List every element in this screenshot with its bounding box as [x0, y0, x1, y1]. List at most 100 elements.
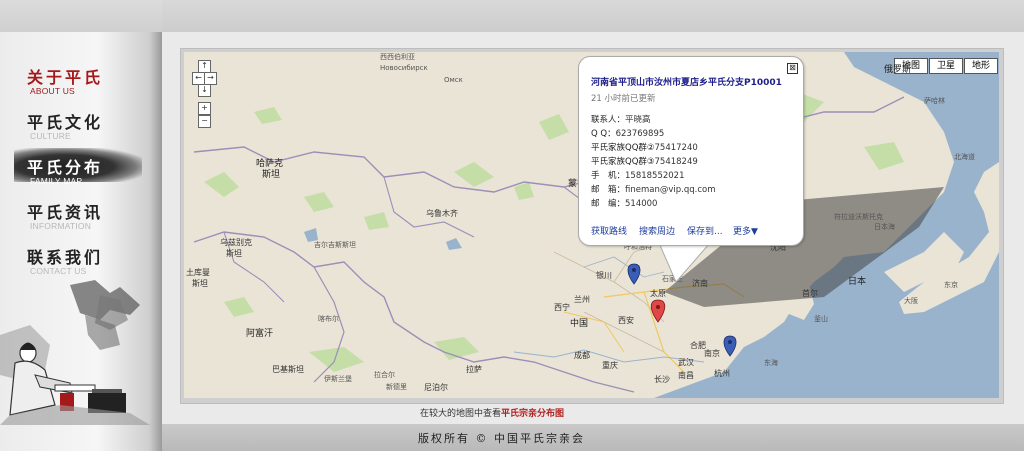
city-label: 大阪	[904, 297, 918, 305]
info-row: 邮 编：514000	[591, 197, 657, 209]
map-caption: 在较大的地图中查看平氏宗亲分布图	[420, 406, 564, 419]
zoom-in-button[interactable]: +	[198, 102, 211, 115]
scholar-ink-painting	[0, 280, 150, 425]
city-label: 釜山	[814, 315, 828, 323]
nav-item-family-map[interactable]: 平氏分布 FAMILY MAP	[0, 148, 150, 194]
city-label: 乌鲁木齐	[426, 209, 458, 218]
city-label: 土库曼	[186, 268, 210, 277]
info-value: fineman@vip.qq.com	[625, 185, 716, 195]
city-label: 伊斯兰堡	[324, 375, 352, 383]
city-label: 兰州	[574, 295, 590, 304]
city-label: 南昌	[678, 371, 694, 380]
nav-label-zh: 平氏资讯	[27, 203, 104, 222]
marker-blue-2[interactable]	[723, 335, 737, 357]
info-value: 623769895	[615, 129, 665, 139]
city-label: 成都	[574, 351, 590, 360]
info-value: 平晓高	[625, 115, 651, 125]
info-row: 手 机：15818552021	[591, 169, 685, 181]
copyright-text: 版权所有 © 中国平氏宗亲会	[418, 432, 585, 445]
info-row: Q Q：623769895	[591, 127, 664, 139]
city-label: 重庆	[602, 361, 618, 370]
nav-label-zh: 联系我们	[27, 248, 104, 267]
large-map-link[interactable]: 平氏宗亲分布图	[501, 409, 564, 419]
info-row: 联系人：平晓高	[591, 113, 651, 125]
info-updated-time: 21 小时前已更新	[591, 94, 656, 104]
marker-blue-1[interactable]	[627, 263, 641, 285]
nav-label-en: CULTURE	[30, 131, 71, 141]
nav-item-culture[interactable]: 平氏文化 CULTURE	[0, 109, 150, 149]
search-nearby-link[interactable]: 搜索周边	[639, 224, 675, 237]
info-value: 15818552021	[625, 171, 685, 181]
city-label: 中国	[570, 319, 589, 329]
city-label: Новосибирск	[380, 64, 428, 72]
info-title: 河南省平顶山市汝州市夏店乡平氏分支P10001	[591, 78, 782, 88]
info-value: 514000	[625, 199, 658, 209]
info-value: 75417240	[654, 143, 698, 153]
city-label: 斯坦	[226, 249, 242, 258]
city-label: Омск	[444, 76, 463, 84]
city-label: 拉合尔	[374, 371, 395, 379]
zoom-out-button[interactable]: −	[198, 115, 211, 128]
nav-item-about[interactable]: 关于平氏 ABOUT US	[0, 64, 150, 104]
city-label: 西西伯利亚	[380, 53, 415, 61]
city-label: 武汉	[678, 358, 694, 367]
sidebar: 关于平氏 ABOUT US 平氏文化 CULTURE 平氏分布 FAMILY M…	[0, 0, 162, 451]
sidebar-top-band	[0, 0, 162, 32]
city-label: 拉萨	[466, 365, 482, 374]
info-key: Q Q：	[591, 129, 616, 139]
city-label: 阿富汗	[246, 329, 274, 339]
city-label: 杭州	[714, 369, 730, 378]
info-key: 联系人：	[591, 115, 626, 125]
map-type-satellite-button[interactable]: 卫星	[929, 58, 963, 74]
city-label: 西宁	[554, 303, 570, 312]
info-row: 平氏家族QQ群③75418249	[591, 155, 698, 167]
city-label: 东京	[944, 281, 958, 289]
city-label: 南京	[704, 349, 720, 358]
city-label: 日本海	[874, 223, 895, 231]
city-label: 东海	[764, 359, 778, 367]
city-label: 符拉迪沃斯托克	[834, 213, 883, 221]
map-info-window: ⊠ 河南省平顶山市汝州市夏店乡平氏分支P10001 21 小时前已更新 联系人：…	[578, 56, 804, 246]
map-type-terrain-button[interactable]: 地形	[964, 58, 998, 74]
nav-label-en: ABOUT US	[30, 86, 75, 96]
city-label: 俄罗斯	[884, 65, 912, 75]
city-label: 长沙	[654, 375, 670, 384]
info-key: 平氏家族QQ群②	[591, 143, 655, 153]
nav-label-zh: 平氏分布	[27, 158, 104, 177]
city-label: 日本	[848, 277, 867, 287]
more-link[interactable]: 更多▼	[733, 224, 758, 237]
info-key: 平氏家族QQ群③	[591, 157, 655, 167]
city-label: 斯坦	[192, 279, 208, 288]
info-value: 75418249	[654, 157, 698, 167]
top-band	[162, 0, 1024, 32]
caption-prefix: 在较大的地图中查看	[420, 409, 502, 419]
info-key: 邮 箱：	[591, 185, 626, 195]
nav-label-en: FAMILY MAP	[30, 176, 83, 186]
nav-label-zh: 关于平氏	[27, 68, 104, 87]
city-label: 北海道	[954, 153, 975, 161]
city-label: 太原	[650, 289, 666, 298]
city-label: 西安	[618, 316, 634, 325]
city-label: 吉尔吉斯斯坦	[314, 241, 356, 249]
nav-item-information[interactable]: 平氏资讯 INFORMATION	[0, 199, 150, 239]
city-label: 新德里	[386, 383, 407, 391]
city-label: 斯坦	[262, 170, 281, 180]
nav-label-en: INFORMATION	[30, 221, 92, 231]
city-label: 萨哈林	[924, 97, 945, 105]
nav-label-zh: 平氏文化	[27, 113, 104, 132]
city-label: 首尔	[802, 289, 818, 298]
get-directions-link[interactable]: 获取路线	[591, 224, 627, 237]
city-label: 巴基斯坦	[272, 365, 304, 374]
footer	[162, 424, 1024, 451]
save-to-link[interactable]: 保存到...	[687, 224, 723, 237]
info-row: 平氏家族QQ群②75417240	[591, 141, 698, 153]
city-label: 喀布尔	[318, 315, 339, 323]
info-row: 邮 箱：fineman@vip.qq.com	[591, 183, 716, 195]
city-label: 乌兹别克	[220, 238, 252, 247]
info-key: 邮 编：	[591, 199, 626, 209]
close-icon[interactable]: ⊠	[787, 63, 798, 74]
city-label: 尼泊尔	[424, 383, 448, 392]
info-key: 手 机：	[591, 171, 626, 181]
city-label: 银川	[596, 271, 612, 280]
pan-down-button[interactable]: ↓	[198, 84, 211, 97]
